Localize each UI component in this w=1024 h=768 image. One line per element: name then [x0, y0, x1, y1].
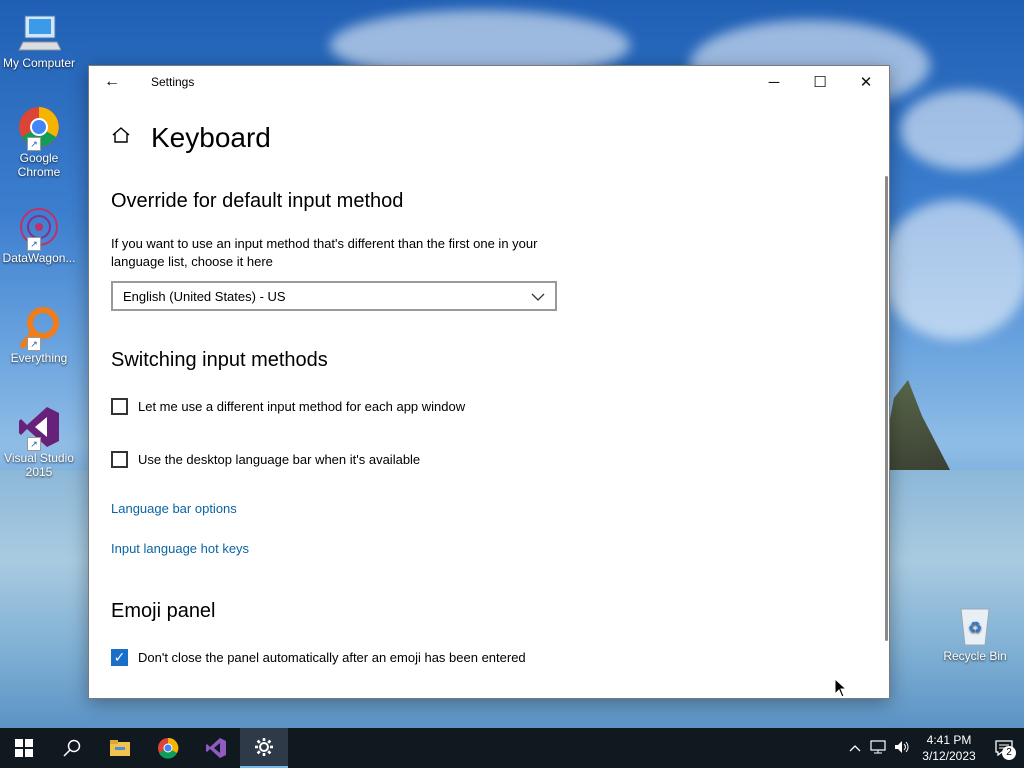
chevron-down-icon — [531, 289, 545, 304]
language-bar-checkbox[interactable]: Use the desktop language bar when it's a… — [111, 451, 859, 468]
page-content: Keyboard Override for default input meth… — [111, 106, 859, 698]
desktop-icon-chrome[interactable]: ↗ Google Chrome — [1, 105, 77, 179]
recycle-bin-icon: ♻ — [953, 603, 997, 647]
window-title: Settings — [151, 75, 195, 89]
desktop-icon-recycle-bin[interactable]: ♻ Recycle Bin — [937, 603, 1013, 663]
shortcut-arrow-icon: ↗ — [27, 437, 41, 451]
desktop-icon-visual-studio[interactable]: ↗ Visual Studio 2015 — [1, 405, 77, 479]
desktop-icon-my-computer[interactable]: My Computer — [1, 10, 77, 70]
chevron-up-icon[interactable] — [844, 741, 866, 755]
desktop-icon-datawagon[interactable]: ↗ DataWagon... — [1, 205, 77, 265]
chrome-icon: ↗ — [17, 105, 61, 151]
shortcut-arrow-icon: ↗ — [27, 337, 41, 351]
checkbox-label: Use the desktop language bar when it's a… — [138, 452, 421, 467]
home-icon[interactable] — [111, 125, 151, 151]
system-tray: 4:41 PM 3/12/2023 2 — [844, 728, 1024, 768]
page-title: Keyboard — [151, 122, 271, 153]
minimize-button[interactable]: ─ — [751, 66, 797, 98]
scrollbar[interactable] — [885, 176, 888, 641]
override-description: If you want to use an input method that'… — [111, 236, 538, 269]
emoji-panel-checkbox[interactable]: ✓ Don't close the panel automatically af… — [111, 649, 859, 666]
dropdown-value: English (United States) - US — [123, 288, 286, 304]
taskbar: 4:41 PM 3/12/2023 2 — [0, 728, 1024, 768]
input-method-dropdown[interactable]: English (United States) - US — [111, 281, 557, 311]
back-arrow-icon[interactable]: ← — [89, 66, 135, 98]
per-app-input-checkbox[interactable]: Let me use a different input method for … — [111, 398, 859, 415]
computer-icon — [17, 10, 62, 54]
start-button[interactable] — [0, 728, 48, 768]
settings-window: ← Settings ─ ☐ ✕ Keyboard Override for d… — [88, 65, 890, 699]
checkbox-unchecked[interactable] — [111, 398, 128, 415]
mouse-cursor-icon — [834, 678, 848, 698]
close-button[interactable]: ✕ — [843, 66, 889, 98]
language-bar-options-link[interactable]: Language bar options — [111, 501, 237, 516]
windows-logo-icon — [15, 739, 33, 757]
checkbox-label: Don't close the panel automatically afte… — [138, 650, 526, 665]
clock[interactable]: 4:41 PM 3/12/2023 — [914, 732, 984, 764]
maximize-button[interactable]: ☐ — [797, 66, 843, 98]
action-center-icon[interactable]: 2 — [984, 728, 1024, 768]
input-language-hotkeys-link[interactable]: Input language hot keys — [111, 541, 249, 556]
title-bar: ← Settings ─ ☐ ✕ — [89, 66, 889, 98]
shortcut-arrow-icon: ↗ — [27, 237, 41, 251]
network-icon[interactable] — [866, 739, 890, 757]
emoji-heading: Emoji panel — [111, 600, 216, 622]
switching-heading: Switching input methods — [111, 349, 328, 371]
wallpaper-cliff — [880, 380, 950, 470]
chrome-taskbar-icon[interactable] — [144, 728, 192, 768]
clock-date: 3/12/2023 — [922, 749, 976, 763]
wallpaper-cloud — [900, 90, 1024, 170]
page-header: Keyboard — [111, 106, 859, 170]
checkbox-unchecked[interactable] — [111, 451, 128, 468]
volume-icon[interactable] — [890, 740, 914, 757]
shortcut-arrow-icon: ↗ — [27, 137, 41, 151]
magnifier-icon: ↗ — [17, 305, 61, 351]
visual-studio-taskbar-icon[interactable] — [192, 728, 240, 768]
wallpaper-cloud — [880, 200, 1024, 340]
desktop-icon-everything[interactable]: ↗ Everything — [1, 305, 77, 365]
search-icon[interactable] — [48, 728, 96, 768]
svg-text:♻: ♻ — [968, 620, 982, 637]
override-heading: Override for default input method — [111, 190, 404, 212]
visual-studio-icon: ↗ — [17, 405, 61, 451]
checkmark-icon[interactable]: ✓ — [111, 649, 128, 666]
notification-badge: 2 — [1002, 746, 1016, 760]
gear-icon — [255, 738, 273, 756]
clock-time: 4:41 PM — [926, 733, 972, 747]
file-explorer-icon[interactable] — [96, 728, 144, 768]
checkbox-label: Let me use a different input method for … — [138, 399, 466, 414]
datawagon-icon: ↗ — [17, 205, 61, 251]
settings-taskbar-icon[interactable] — [240, 728, 288, 768]
